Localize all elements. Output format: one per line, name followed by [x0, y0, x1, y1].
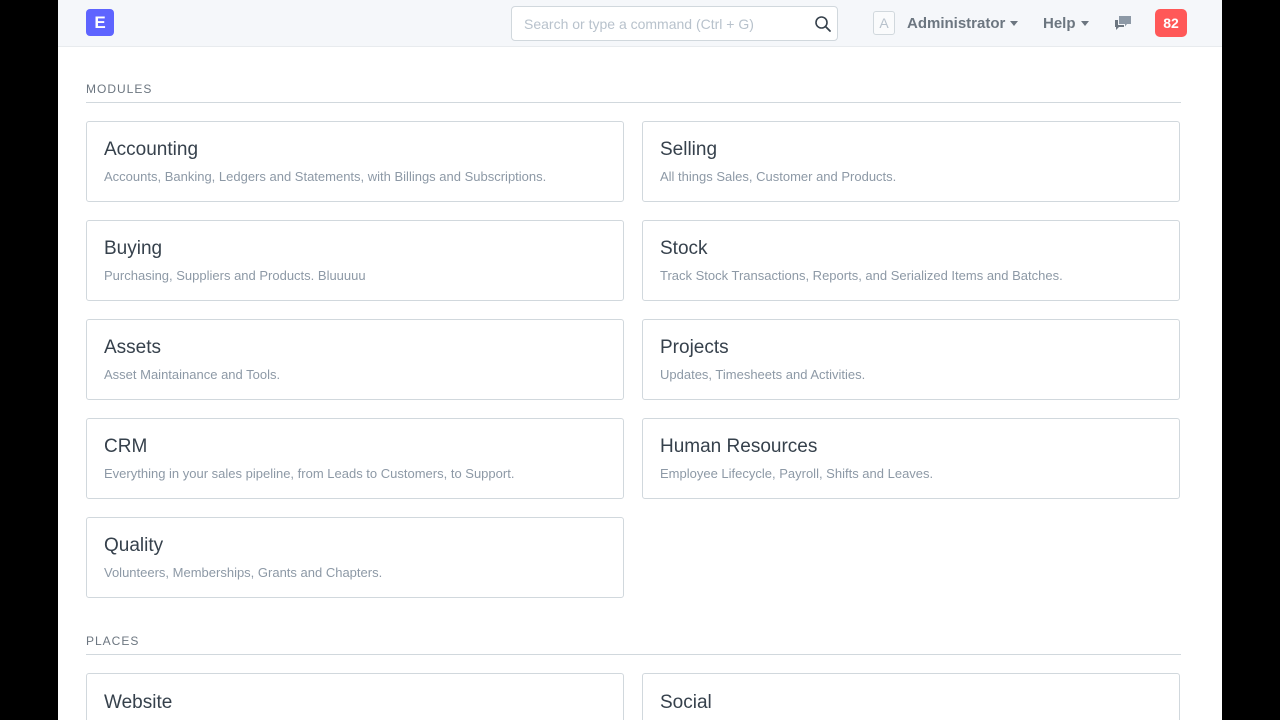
user-menu-label: Administrator: [907, 14, 1006, 32]
module-card-selling[interactable]: Selling All things Sales, Customer and P…: [642, 121, 1180, 202]
module-card-quality[interactable]: Quality Volunteers, Memberships, Grants …: [86, 517, 624, 598]
module-card-description: Asset Maintainance and Tools.: [104, 367, 281, 382]
search-input[interactable]: [512, 7, 802, 40]
module-card-title: Quality: [104, 535, 164, 556]
module-card-title: Projects: [660, 337, 729, 358]
module-card-title: Buying: [104, 238, 163, 259]
caret-down-icon: [1080, 20, 1089, 26]
module-card-description: Purchasing, Suppliers and Products. Bluu…: [104, 268, 366, 283]
module-card-title: Assets: [104, 337, 162, 358]
module-card-buying[interactable]: Buying Purchasing, Suppliers and Product…: [86, 220, 624, 301]
module-card-description: All things Sales, Customer and Products.: [660, 169, 897, 184]
places-heading: PLACES: [86, 634, 1181, 655]
app-logo[interactable]: E: [86, 9, 114, 36]
place-card-social[interactable]: Social: [642, 673, 1180, 720]
avatar[interactable]: A: [873, 11, 895, 35]
module-card-description: Updates, Timesheets and Activities.: [660, 367, 866, 382]
module-card-description: Everything in your sales pipeline, from …: [104, 466, 515, 481]
chat-icon[interactable]: [1113, 14, 1133, 32]
module-card-projects[interactable]: Projects Updates, Timesheets and Activit…: [642, 319, 1180, 400]
user-menu-dropdown[interactable]: Administrator: [907, 14, 1019, 32]
place-card-title: Social: [660, 692, 712, 713]
module-card-title: CRM: [104, 436, 148, 457]
navbar: E A Administrator Help 82: [58, 0, 1222, 47]
module-card-stock[interactable]: Stock Track Stock Transactions, Reports,…: [642, 220, 1180, 301]
help-menu-dropdown[interactable]: Help: [1043, 14, 1089, 32]
module-card-description: Accounts, Banking, Ledgers and Statement…: [104, 169, 547, 184]
module-card-description: Track Stock Transactions, Reports, and S…: [660, 268, 1063, 283]
module-card-assets[interactable]: Assets Asset Maintainance and Tools.: [86, 319, 624, 400]
search-bar: [511, 6, 838, 41]
module-card-title: Accounting: [104, 139, 199, 160]
module-card-crm[interactable]: CRM Everything in your sales pipeline, f…: [86, 418, 624, 499]
caret-down-icon: [1010, 20, 1019, 26]
place-card-website[interactable]: Website: [86, 673, 624, 720]
search-icon[interactable]: [814, 15, 832, 33]
help-menu-label: Help: [1043, 14, 1076, 32]
place-card-title: Website: [104, 692, 173, 713]
module-card-human-resources[interactable]: Human Resources Employee Lifecycle, Payr…: [642, 418, 1180, 499]
module-card-title: Human Resources: [660, 436, 818, 457]
module-card-title: Stock: [660, 238, 708, 259]
app-window: E A Administrator Help 82 MODULES Accoun…: [58, 0, 1222, 720]
module-card-title: Selling: [660, 139, 718, 160]
module-card-description: Employee Lifecycle, Payroll, Shifts and …: [660, 466, 934, 481]
module-card-description: Volunteers, Memberships, Grants and Chap…: [104, 565, 383, 580]
modules-heading: MODULES: [86, 82, 1181, 103]
notifications-badge[interactable]: 82: [1155, 9, 1187, 37]
module-card-accounting[interactable]: Accounting Accounts, Banking, Ledgers an…: [86, 121, 624, 202]
